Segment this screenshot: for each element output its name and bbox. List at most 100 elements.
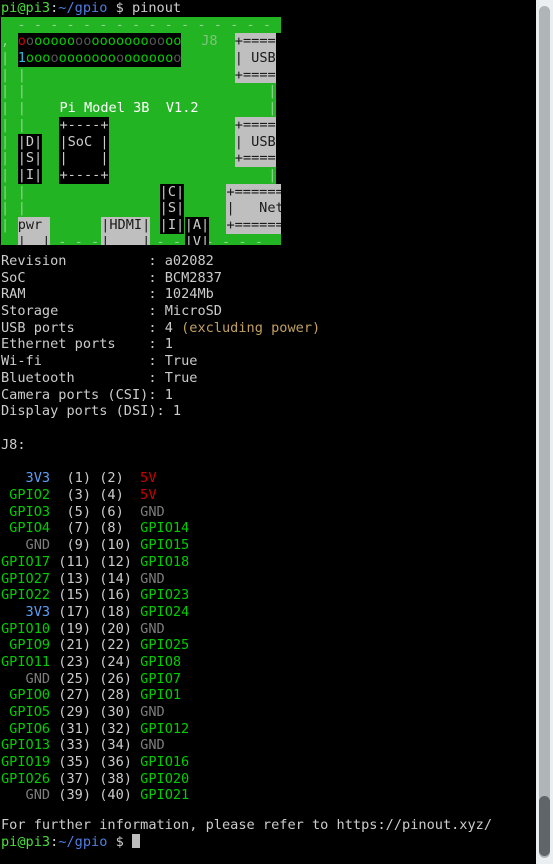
j8-pin-left-number: (21) <box>50 637 92 654</box>
j8-pin-left-label: GPIO11 <box>1 653 51 670</box>
pcb-edge-bar: | <box>17 100 26 117</box>
pcb-left-edge: | <box>1 100 10 117</box>
info-value: True <box>164 369 198 386</box>
j8-pin-right-number: (22) <box>91 637 132 654</box>
terminal-window[interactable]: pi@pi3:~/gpio $ pinout - - - - - - - - -… <box>0 0 536 864</box>
j8-pin-right-label: GPIO15 <box>131 537 190 554</box>
j8-pin-row: GPIO27 (13) (14) GND <box>0 571 189 588</box>
j8-pin-right-label: GND <box>131 570 165 587</box>
info-separator: : <box>148 336 165 353</box>
info-value: 4 <box>164 319 173 336</box>
usb-top-border: +==== <box>234 33 276 51</box>
pcb-left-edge: | <box>1 50 10 67</box>
j8-pin-left-label: 3V3 <box>1 470 51 487</box>
j8-pin-right-label: GPIO12 <box>131 720 190 737</box>
gpio-header-row-bottom: 1ooooooooooooooooooo <box>17 50 182 67</box>
hdmi-connector: |HDMI| <box>101 217 151 234</box>
gpio-pin-top-30: o <box>132 33 141 50</box>
gpio-pin-top-22: o <box>99 33 108 50</box>
gpio-pin-bottom-25: o <box>115 50 125 67</box>
gpio-pin-top-36: o <box>156 33 166 50</box>
info-row: Wi-fi : True <box>0 353 320 370</box>
pcb-edge-bar-right: | <box>268 100 277 117</box>
j8-pin-right-label: GPIO25 <box>131 637 190 654</box>
command-text: pinout <box>131 0 182 16</box>
text-cursor[interactable] <box>131 834 141 848</box>
j8-pin-left-number: (13) <box>50 570 92 587</box>
pcb-left-edge: | <box>1 116 10 134</box>
info-label: RAM <box>1 286 149 303</box>
j8-pin-left-number: (7) <box>50 520 92 537</box>
j8-pin-left-number: (25) <box>50 670 92 687</box>
prompt-path: ~/gpio <box>58 0 108 16</box>
j8-pin-row: GPIO17 (11) (12) GPIO18 <box>0 554 189 571</box>
gpio-pin-top-4: o <box>25 33 35 50</box>
info-value: True <box>164 353 198 370</box>
gpio-pin-bottom-3: o <box>25 50 35 67</box>
board-model-label: Pi Model 3B V1.2 <box>59 100 199 117</box>
j8-pin-left-label: GPIO10 <box>1 620 51 637</box>
j8-pin-row: GPIO2 (3) (4) 5V <box>0 487 189 504</box>
j8-pin-right-number: (38) <box>91 770 132 787</box>
j8-pin-right-number: (36) <box>91 754 132 771</box>
j8-pin-left-number: (29) <box>50 704 92 720</box>
j8-pin-row: 3V3 (1) (2) 5V <box>0 470 189 487</box>
net-bottom-border: +====== <box>226 217 281 234</box>
gpio-pin-bottom-23: o <box>107 50 116 67</box>
j8-pin-left-label: GPIO22 <box>1 587 51 604</box>
gpio-pin-bottom-33: o <box>148 50 157 67</box>
j8-pin-row: GPIO9 (21) (22) GPIO25 <box>0 637 189 654</box>
j8-pin-right-label: GND <box>131 737 165 754</box>
csi-connector-row-2: |I| <box>159 217 185 234</box>
j8-pin-left-number: (33) <box>50 737 92 754</box>
scrollbar-track[interactable] <box>539 6 550 858</box>
info-label: Revision <box>1 253 149 269</box>
usb-top-label: | USB <box>234 50 276 67</box>
info-separator: : <box>148 353 165 370</box>
info-row: Storage : MicroSD <box>0 303 320 320</box>
final-prompt-path: ~/gpio <box>58 834 108 850</box>
gpio-pin-top-26: o <box>115 33 125 50</box>
usb-bottom-label: | USB <box>234 133 276 151</box>
info-value: a02082 <box>164 253 214 269</box>
j8-pin-left-number: (11) <box>50 553 92 570</box>
j8-pin-right-number: (12) <box>91 553 132 570</box>
info-value-note: (excluding power) <box>172 319 321 336</box>
j8-pin-left-number: (23) <box>50 653 92 670</box>
csi-connector-row-1: |S| <box>159 200 185 218</box>
info-label: Bluetooth <box>1 369 149 386</box>
j8-pin-right-number: (4) <box>91 487 132 504</box>
j8-pin-left-label: GPIO4 <box>1 520 51 537</box>
gpio-pin-bottom-15: o <box>75 50 84 67</box>
info-row: SoC : BCM2837 <box>0 270 320 287</box>
j8-pin-right-label: GPIO24 <box>131 603 190 620</box>
j8-pin-right-label: GPIO21 <box>131 787 190 804</box>
pcb-fill-row <box>1 116 272 134</box>
j8-pin-right-number: (2) <box>91 470 132 487</box>
j8-pin-right-number: (10) <box>91 537 132 554</box>
j8-pin-row: GPIO19 (35) (36) GPIO16 <box>0 754 189 771</box>
info-row: Revision : a02082 <box>0 253 320 270</box>
j8-pin-left-label: GPIO3 <box>1 503 51 520</box>
gpio-pin-top-20: o <box>91 33 100 50</box>
net-top-border: +====== <box>226 183 281 201</box>
usb-top-border-bottom: +==== <box>234 66 276 84</box>
j8-pin-right-label: GPIO8 <box>131 653 182 670</box>
scrollbar[interactable] <box>536 0 553 864</box>
info-separator: : <box>148 386 165 403</box>
gpio-header-row-top: oooooooooooooooooooo <box>17 33 182 51</box>
scrollbar-thumb[interactable] <box>539 796 550 856</box>
j8-pin-left-number: (35) <box>50 754 92 771</box>
board-diagram: - - - - - - - - - - - - - - - - ., |||||… <box>0 16 281 245</box>
prompt-user: pi@pi3 <box>1 0 51 16</box>
j8-pin-left-label: GPIO2 <box>1 487 51 504</box>
j8-pin-row: GND (39) (40) GPIO21 <box>0 787 190 804</box>
prompt-symbol: $ <box>115 0 124 16</box>
info-row: Display ports (DSI): 1 <box>0 403 320 420</box>
csi-connector-row-0: |C| <box>159 183 185 201</box>
j8-pin-left-number: (1) <box>50 470 92 487</box>
footer-note: For further information, please refer to… <box>1 817 493 833</box>
info-separator: : <box>148 253 165 269</box>
j8-pin-row: GPIO4 (7) (8) GPIO14 <box>0 520 189 537</box>
final-prompt-line: pi@pi3:~/gpio $ <box>1 834 141 851</box>
